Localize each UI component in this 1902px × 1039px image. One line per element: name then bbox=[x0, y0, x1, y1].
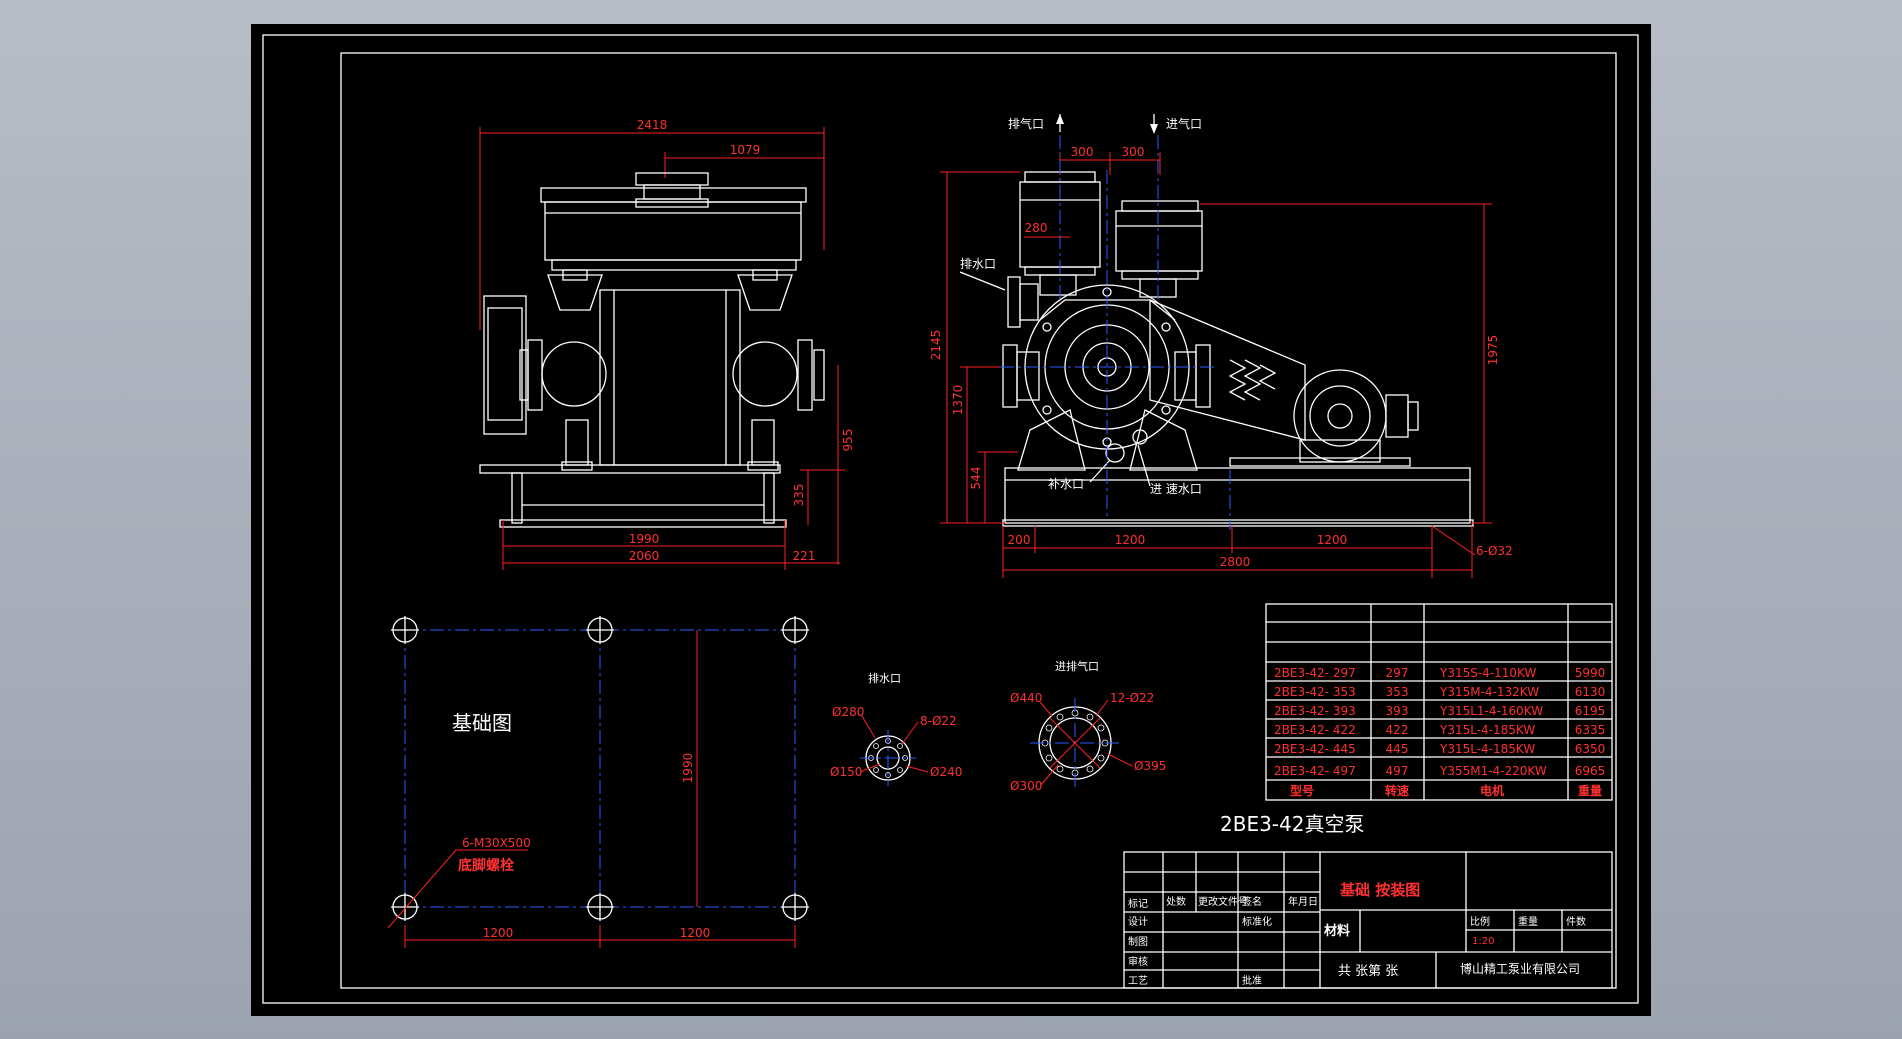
motor-cell: Y315L-4-185KW bbox=[1439, 723, 1535, 737]
motor-cell: Y355M1-4-220KW bbox=[1439, 764, 1547, 778]
label-holes: 6-Ø32 bbox=[1476, 544, 1513, 558]
sheet-count: 共 张第 张 bbox=[1338, 964, 1398, 979]
flange-drain-label-1: 8-Ø22 bbox=[920, 714, 957, 728]
speed-cell: 497 bbox=[1386, 764, 1409, 778]
dim-300-a: 300 bbox=[1071, 145, 1094, 159]
model-cell: 2BE3-42- 497 bbox=[1274, 764, 1356, 778]
label-water-inlet: 进 速水口 bbox=[1150, 482, 1202, 496]
dim-2145: 2145 bbox=[929, 330, 943, 361]
dim-300-b: 300 bbox=[1122, 145, 1145, 159]
model-cell: 2BE3-42- 445 bbox=[1274, 742, 1356, 756]
flange-drain-label-3: Ø240 bbox=[930, 765, 962, 779]
flange-gas-label-2: Ø395 bbox=[1134, 759, 1166, 773]
role-design: 设计 bbox=[1128, 915, 1148, 928]
dim-221: 221 bbox=[793, 549, 816, 563]
dim-2060: 2060 bbox=[629, 549, 660, 563]
label-exhaust-top: 排气口 bbox=[1008, 116, 1044, 131]
dim-1990: 1990 bbox=[629, 532, 660, 546]
dim-2800: 2800 bbox=[1220, 555, 1251, 569]
drawing-name: 基础 按装图 bbox=[1339, 881, 1420, 899]
rev-header-file: 更改文件号 bbox=[1198, 895, 1248, 908]
dim-1370: 1370 bbox=[951, 385, 965, 416]
role-approve: 批准 bbox=[1242, 974, 1262, 987]
speed-cell: 297 bbox=[1386, 666, 1409, 680]
flange-gas-title: 进排气口 bbox=[1055, 659, 1099, 673]
model-cell: 2BE3-42- 297 bbox=[1274, 666, 1356, 680]
foundation-title: 基础图 bbox=[452, 711, 512, 735]
weight-cell: 6195 bbox=[1575, 704, 1606, 718]
flange-gas-label-1: 12-Ø22 bbox=[1110, 691, 1154, 705]
role-standard: 标准化 bbox=[1242, 915, 1272, 928]
dim-1975: 1975 bbox=[1486, 335, 1500, 366]
speed-cell: 422 bbox=[1386, 723, 1409, 737]
rev-header-date: 年月日 bbox=[1288, 895, 1318, 908]
drawing-title: 2BE3-42真空泵 bbox=[1220, 812, 1364, 836]
dim-foundation-1990: 1990 bbox=[681, 753, 695, 784]
label-anchor-name: 底脚螺栓 bbox=[458, 857, 514, 874]
label-intake-top: 进气口 bbox=[1166, 116, 1202, 131]
drawing-sheet[interactable]: 2418 1079 1990 2060 221 955 335 排气口 进气口 … bbox=[0, 0, 1902, 1039]
rev-header-mark: 标记 bbox=[1128, 898, 1148, 910]
weight-cell: 5990 bbox=[1575, 666, 1606, 680]
dim-foundation-1200-b: 1200 bbox=[680, 926, 711, 940]
weight-label: 重量 bbox=[1518, 915, 1538, 928]
dim-200: 200 bbox=[1008, 533, 1031, 547]
model-cell: 2BE3-42- 422 bbox=[1274, 723, 1356, 737]
weight-cell: 6350 bbox=[1575, 742, 1606, 756]
dim-335: 335 bbox=[792, 484, 806, 507]
rev-header-sign: 签名 bbox=[1242, 895, 1262, 908]
flange-drain-label-0: Ø280 bbox=[832, 705, 864, 719]
header-model: 型号 bbox=[1290, 783, 1314, 798]
pieces-label: 件数 bbox=[1566, 915, 1586, 928]
company-name: 博山精工泵业有限公司 bbox=[1460, 961, 1580, 976]
dim-280: 280 bbox=[1025, 221, 1048, 235]
dim-foundation-1200-a: 1200 bbox=[483, 926, 514, 940]
label-drain: 排水口 bbox=[960, 257, 996, 271]
dim-2418: 2418 bbox=[637, 118, 668, 132]
cad-viewer: 2418 1079 1990 2060 221 955 335 排气口 进气口 … bbox=[0, 0, 1902, 1039]
dim-1200-b: 1200 bbox=[1317, 533, 1348, 547]
dim-544: 544 bbox=[969, 467, 983, 490]
flange-gas-label-3: Ø300 bbox=[1010, 779, 1042, 793]
model-cell: 2BE3-42- 353 bbox=[1274, 685, 1356, 699]
model-cell: 2BE3-42- 393 bbox=[1274, 704, 1356, 718]
weight-cell: 6965 bbox=[1575, 764, 1606, 778]
header-speed: 转速 bbox=[1385, 783, 1409, 798]
motor-cell: Y315M-4-132KW bbox=[1439, 685, 1539, 699]
label-water-supply: 补水口 bbox=[1048, 477, 1084, 491]
dim-1200-a: 1200 bbox=[1115, 533, 1146, 547]
speed-cell: 393 bbox=[1386, 704, 1409, 718]
dim-1079: 1079 bbox=[730, 143, 761, 157]
header-motor: 电机 bbox=[1480, 783, 1504, 798]
material-label: 材料 bbox=[1324, 923, 1350, 939]
flange-drain-title: 排水口 bbox=[868, 671, 901, 685]
speed-cell: 445 bbox=[1386, 742, 1409, 756]
flange-gas-label-0: Ø440 bbox=[1010, 691, 1042, 705]
speed-cell: 353 bbox=[1386, 685, 1409, 699]
flange-drain-label-2: Ø150 bbox=[830, 765, 862, 779]
scale-label: 比例 bbox=[1470, 915, 1490, 928]
motor-cell: Y315L1-4-160KW bbox=[1439, 704, 1543, 718]
rev-header-count: 处数 bbox=[1166, 895, 1186, 908]
header-weight: 重量 bbox=[1578, 783, 1602, 798]
weight-cell: 6130 bbox=[1575, 685, 1606, 699]
motor-cell: Y315L-4-185KW bbox=[1439, 742, 1535, 756]
weight-cell: 6335 bbox=[1575, 723, 1606, 737]
label-anchor-spec: 6-M30X500 bbox=[462, 836, 531, 850]
dim-955: 955 bbox=[841, 429, 855, 452]
scale-value: 1:20 bbox=[1472, 936, 1494, 947]
role-review: 审核 bbox=[1128, 955, 1148, 968]
motor-cell: Y315S-4-110KW bbox=[1439, 666, 1536, 680]
role-process: 工艺 bbox=[1128, 975, 1148, 987]
role-draw: 制图 bbox=[1128, 935, 1148, 948]
